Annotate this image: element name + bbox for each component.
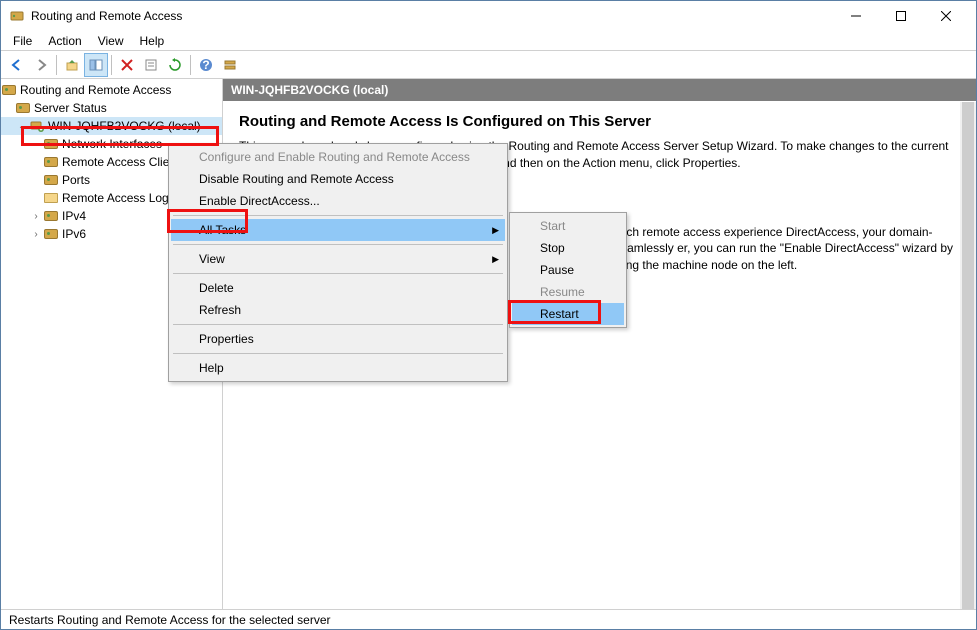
tree-server-status[interactable]: Server Status <box>1 99 222 117</box>
tree-root-label: Routing and Remote Access <box>20 83 171 97</box>
ctx-properties[interactable]: Properties <box>171 328 505 350</box>
expand-icon[interactable]: › <box>29 211 43 222</box>
menu-view[interactable]: View <box>90 32 132 50</box>
title-bar: Routing and Remote Access <box>1 1 976 31</box>
tree-label: IPv4 <box>62 209 86 223</box>
vertical-scrollbar[interactable] <box>960 102 976 609</box>
menu-help[interactable]: Help <box>132 32 173 50</box>
server-icon <box>29 119 45 133</box>
help-button[interactable]: ? <box>194 53 218 77</box>
close-button[interactable] <box>923 1 968 31</box>
ctx-enable-directaccess[interactable]: Enable DirectAccess... <box>171 190 505 212</box>
up-button[interactable] <box>60 53 84 77</box>
show-hide-tree-button[interactable] <box>84 53 108 77</box>
menu-bar: File Action View Help <box>1 31 976 51</box>
server-icon <box>15 101 31 115</box>
ctx-all-tasks[interactable]: All Tasks▶ <box>171 219 505 241</box>
status-bar: Restarts Routing and Remote Access for t… <box>1 609 976 629</box>
content-title: Routing and Remote Access Is Configured … <box>239 113 960 130</box>
app-icon <box>9 8 25 24</box>
menu-action[interactable]: Action <box>40 32 89 50</box>
ctx-restart[interactable]: Restart <box>512 303 624 325</box>
tree-label: Server Status <box>34 101 107 115</box>
tree-server-node[interactable]: ⌄ WIN-JQHFB2VOCKG (local) <box>1 117 222 135</box>
tree-label: WIN-JQHFB2VOCKG (local) <box>48 119 201 133</box>
expand-icon[interactable]: › <box>29 229 43 240</box>
properties-button[interactable] <box>139 53 163 77</box>
server-icon <box>1 83 17 97</box>
server-icon <box>43 173 59 187</box>
context-submenu-tasks: Start Stop Pause Resume Restart <box>509 212 627 328</box>
ctx-help[interactable]: Help <box>171 357 505 379</box>
ctx-pause[interactable]: Pause <box>512 259 624 281</box>
toolbar: ? <box>1 51 976 79</box>
window-title: Routing and Remote Access <box>31 9 833 23</box>
tree-label: Remote Access Clients <box>62 155 185 169</box>
refresh-button[interactable] <box>163 53 187 77</box>
status-text: Restarts Routing and Remote Access for t… <box>9 613 331 627</box>
ctx-refresh[interactable]: Refresh <box>171 299 505 321</box>
ctx-disable[interactable]: Disable Routing and Remote Access <box>171 168 505 190</box>
server-icon <box>43 137 59 151</box>
submenu-arrow-icon: ▶ <box>492 254 499 265</box>
services-button[interactable] <box>218 53 242 77</box>
ctx-configure: Configure and Enable Routing and Remote … <box>171 146 505 168</box>
ctx-view[interactable]: View▶ <box>171 248 505 270</box>
folder-icon <box>43 191 59 205</box>
tree-label: IPv6 <box>62 227 86 241</box>
tree-root[interactable]: Routing and Remote Access <box>1 81 222 99</box>
minimize-button[interactable] <box>833 1 878 31</box>
context-menu-server: Configure and Enable Routing and Remote … <box>168 143 508 382</box>
content-header: WIN-JQHFB2VOCKG (local) <box>223 79 976 101</box>
tree-label: Ports <box>62 173 90 187</box>
back-button[interactable] <box>5 53 29 77</box>
forward-button[interactable] <box>29 53 53 77</box>
menu-file[interactable]: File <box>5 32 40 50</box>
submenu-arrow-icon: ▶ <box>492 225 499 236</box>
server-icon <box>43 227 59 241</box>
ctx-resume: Resume <box>512 281 624 303</box>
server-icon <box>43 155 59 169</box>
ctx-stop[interactable]: Stop <box>512 237 624 259</box>
svg-text:?: ? <box>202 58 209 72</box>
tree-label: Network Interfaces <box>62 137 162 151</box>
ctx-start: Start <box>512 215 624 237</box>
maximize-button[interactable] <box>878 1 923 31</box>
server-icon <box>43 209 59 223</box>
collapse-icon[interactable]: ⌄ <box>15 121 29 132</box>
delete-button[interactable] <box>115 53 139 77</box>
ctx-delete[interactable]: Delete <box>171 277 505 299</box>
